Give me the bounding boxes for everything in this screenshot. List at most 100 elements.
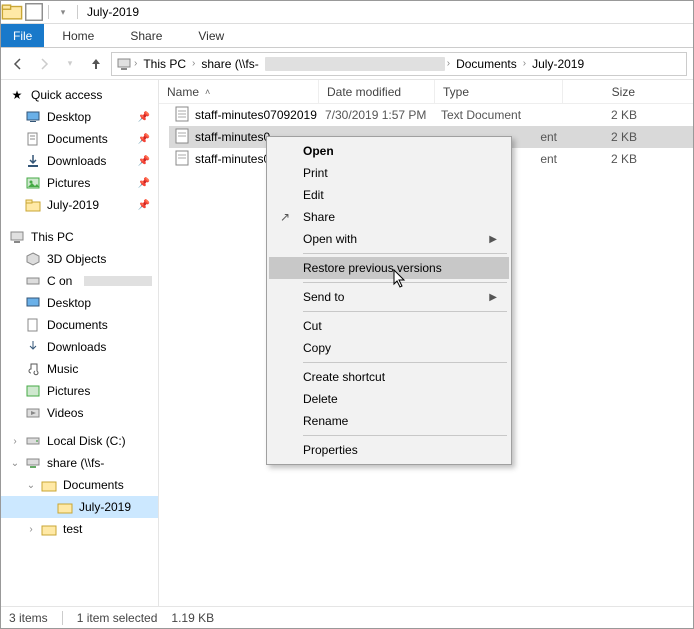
breadcrumb-share[interactable]: share (\\fs-: [197, 57, 262, 71]
nav-july2019[interactable]: July-2019 📌: [1, 194, 158, 216]
back-button[interactable]: [7, 53, 29, 75]
column-name[interactable]: Name˄: [159, 80, 319, 103]
nav-label: Desktop: [47, 296, 91, 310]
nav-label: test: [63, 522, 82, 536]
folder-icon: [25, 197, 41, 213]
tab-home[interactable]: Home: [44, 24, 112, 47]
pc-icon: [116, 56, 132, 72]
column-headers: Name˄ Date modified Type Size: [159, 80, 693, 104]
column-size[interactable]: Size: [563, 80, 643, 103]
chevron-right-icon[interactable]: ›: [447, 58, 450, 69]
file-name: staff-minutes0: [195, 152, 270, 166]
qat-dropdown-icon[interactable]: ▾: [52, 1, 74, 23]
expand-icon[interactable]: ›: [9, 436, 21, 447]
nav-share-drive[interactable]: ⌄share (\\fs-: [1, 452, 158, 474]
nav-label: July-2019: [47, 198, 99, 212]
network-drive-icon: [25, 455, 41, 471]
separator: [303, 253, 507, 254]
recent-locations-dropdown[interactable]: ▾: [59, 53, 81, 75]
nav-downloads2[interactable]: Downloads: [1, 336, 158, 358]
documents-icon: [25, 131, 41, 147]
ctx-print[interactable]: Print: [269, 162, 509, 184]
documents-icon: [25, 317, 41, 333]
nav-label: This PC: [31, 230, 74, 244]
breadcrumb-current[interactable]: July-2019: [528, 57, 588, 71]
ctx-create-shortcut[interactable]: Create shortcut: [269, 366, 509, 388]
music-icon: [25, 361, 41, 377]
nav-label: Videos: [47, 406, 83, 420]
nav-label: Documents: [47, 318, 108, 332]
file-row[interactable]: staff-minutes07092019 7/30/2019 1:57 PM …: [169, 104, 693, 126]
quick-access-toolbar-icon[interactable]: [23, 1, 45, 23]
nav-videos[interactable]: Videos: [1, 402, 158, 424]
nav-quick-access[interactable]: ★ Quick access: [1, 84, 158, 106]
tab-share[interactable]: Share: [112, 24, 180, 47]
context-menu: Open Print Edit ↗Share Open with▶ Restor…: [266, 136, 512, 465]
star-icon: ★: [9, 87, 25, 103]
column-type[interactable]: Type: [435, 80, 563, 103]
breadcrumb-thispc[interactable]: This PC: [139, 57, 190, 71]
ctx-open-with[interactable]: Open with▶: [269, 228, 509, 250]
ctx-cut[interactable]: Cut: [269, 315, 509, 337]
nav-c-on[interactable]: C on: [1, 270, 158, 292]
text-file-icon: [175, 128, 189, 147]
navigation-pane[interactable]: ★ Quick access Desktop📌 Documents📌 Downl…: [1, 80, 159, 606]
collapse-icon[interactable]: ⌄: [25, 480, 37, 491]
column-date[interactable]: Date modified: [319, 80, 435, 103]
chevron-right-icon: ▶: [489, 234, 497, 245]
breadcrumb-documents[interactable]: Documents: [452, 57, 521, 71]
pin-icon: 📌: [138, 200, 150, 211]
ctx-rename[interactable]: Rename: [269, 410, 509, 432]
file-tab[interactable]: File: [1, 24, 44, 47]
status-size: 1.19 KB: [171, 611, 214, 625]
ctx-delete[interactable]: Delete: [269, 388, 509, 410]
nav-this-pc[interactable]: This PC: [1, 226, 158, 248]
chevron-right-icon[interactable]: ›: [192, 58, 195, 69]
desktop-icon: [25, 109, 41, 125]
chevron-right-icon: ▶: [489, 292, 497, 303]
nav-desktop[interactable]: Desktop📌: [1, 106, 158, 128]
sort-ascending-icon: ˄: [205, 87, 210, 97]
ctx-restore-previous-versions[interactable]: Restore previous versions: [269, 257, 509, 279]
folder-icon: [1, 1, 23, 23]
pc-icon: [9, 229, 25, 245]
nav-music[interactable]: Music: [1, 358, 158, 380]
nav-documents[interactable]: Documents📌: [1, 128, 158, 150]
chevron-right-icon[interactable]: ›: [523, 58, 526, 69]
separator: [303, 362, 507, 363]
ctx-share[interactable]: ↗Share: [269, 206, 509, 228]
nav-label: Local Disk (C:): [47, 434, 126, 448]
collapse-icon[interactable]: ⌄: [9, 458, 21, 469]
ctx-open[interactable]: Open: [269, 140, 509, 162]
nav-desktop2[interactable]: Desktop: [1, 292, 158, 314]
nav-label: Documents: [47, 132, 108, 146]
chevron-right-icon[interactable]: ›: [134, 58, 137, 69]
ctx-properties[interactable]: Properties: [269, 439, 509, 461]
title-bar: ▾ July-2019: [1, 1, 693, 24]
nav-pictures[interactable]: Pictures📌: [1, 172, 158, 194]
nav-3dobjects[interactable]: 3D Objects: [1, 248, 158, 270]
file-size: 2 KB: [563, 152, 643, 166]
ctx-label: Send to: [303, 290, 344, 304]
nav-documents2[interactable]: Documents: [1, 314, 158, 336]
expand-icon[interactable]: ›: [25, 524, 37, 535]
nav-label: 3D Objects: [47, 252, 106, 266]
pin-icon: 📌: [138, 156, 150, 167]
file-type: Text Document: [435, 108, 563, 122]
nav-downloads[interactable]: Downloads📌: [1, 150, 158, 172]
nav-pictures2[interactable]: Pictures: [1, 380, 158, 402]
nav-local-disk[interactable]: › Local Disk (C:): [1, 430, 158, 452]
forward-button[interactable]: [33, 53, 55, 75]
nav-share-july2019[interactable]: July-2019: [1, 496, 158, 518]
ctx-edit[interactable]: Edit: [269, 184, 509, 206]
text-file-icon: [175, 150, 189, 169]
ctx-send-to[interactable]: Send to ▶: [269, 286, 509, 308]
ctx-copy[interactable]: Copy: [269, 337, 509, 359]
nav-share-documents[interactable]: ⌄Documents: [1, 474, 158, 496]
nav-share-test[interactable]: › test: [1, 518, 158, 540]
tab-view[interactable]: View: [180, 24, 242, 47]
up-button[interactable]: [85, 53, 107, 75]
redacted-path: [265, 57, 445, 71]
3d-icon: [25, 251, 41, 267]
breadcrumb[interactable]: › This PC › share (\\fs- › Documents › J…: [111, 52, 687, 76]
